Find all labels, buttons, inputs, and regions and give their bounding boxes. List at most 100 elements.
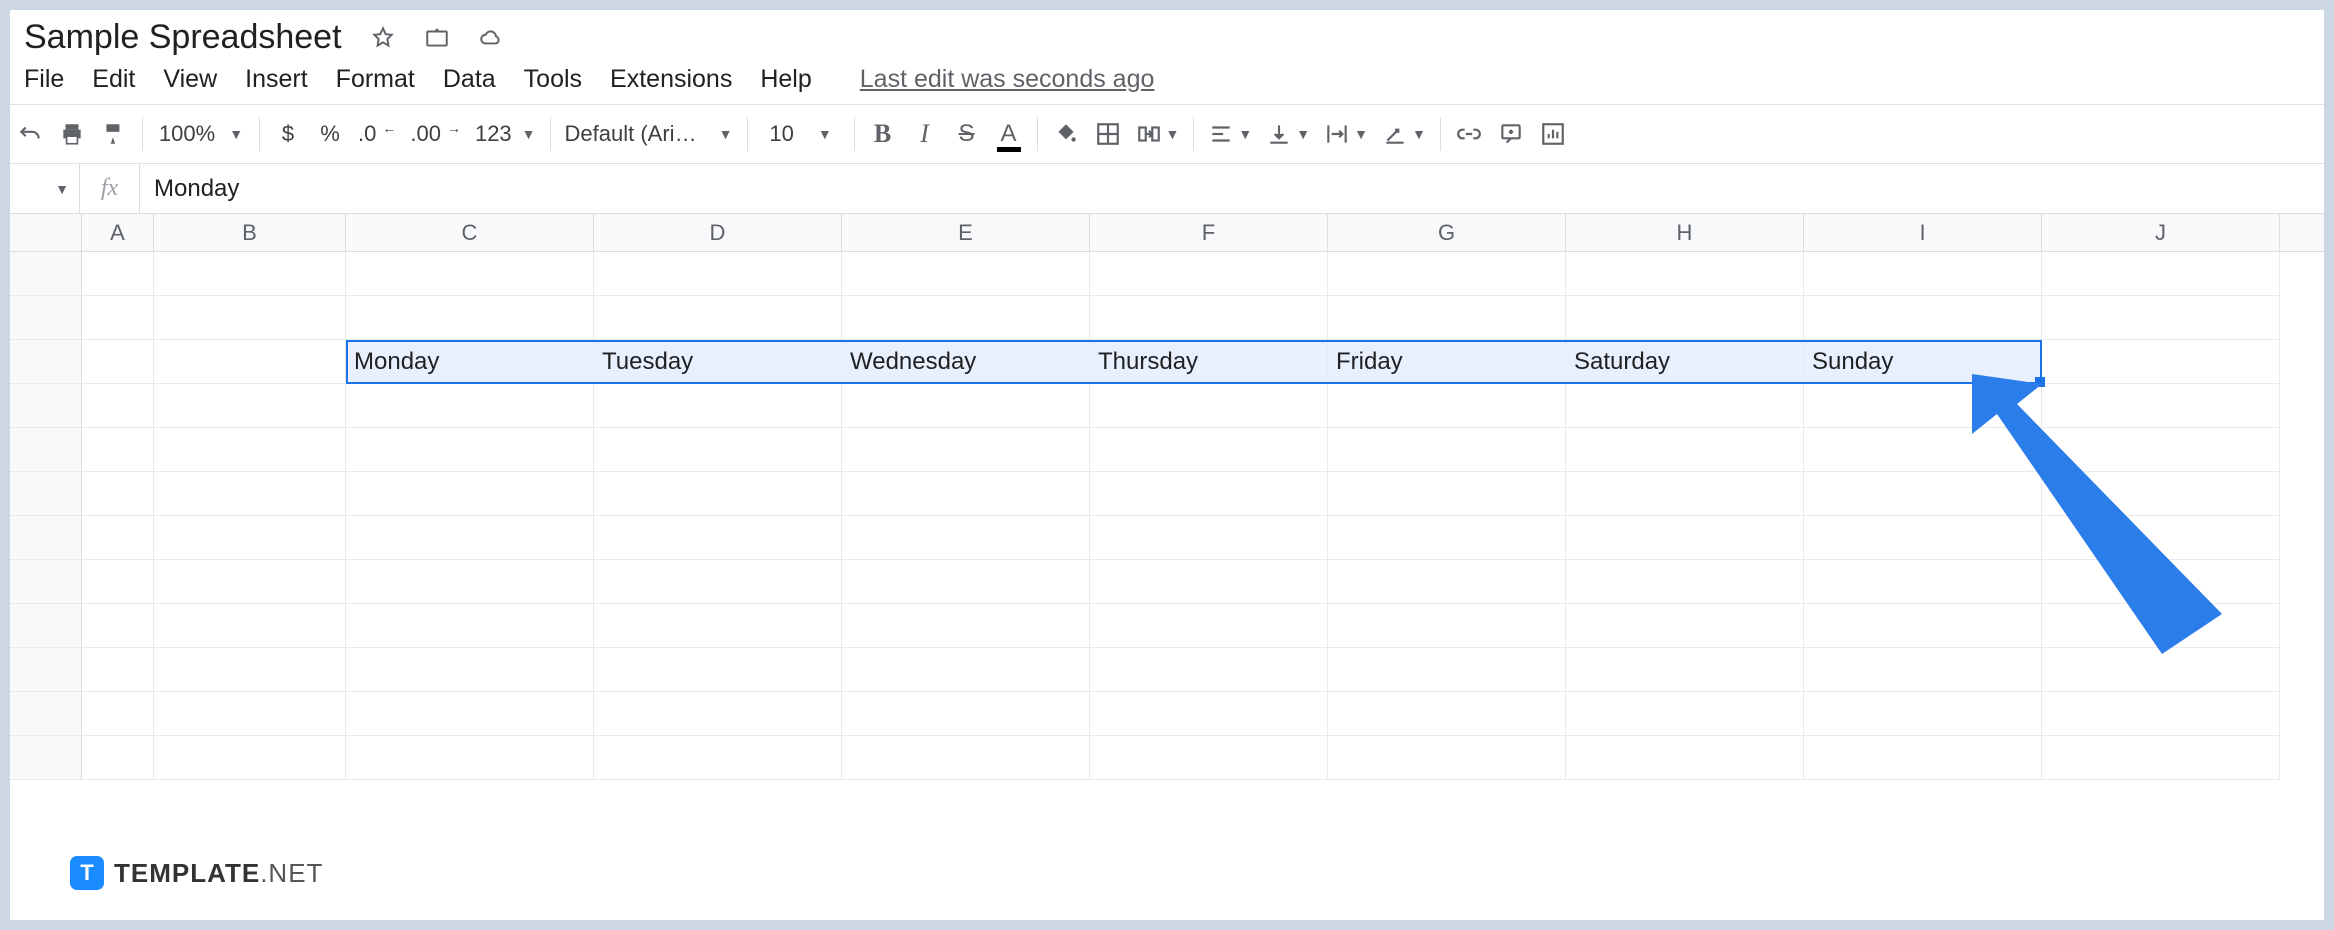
cell-D9[interactable]: [594, 604, 842, 648]
cell-I12[interactable]: [1804, 736, 2042, 780]
cell-E10[interactable]: [842, 648, 1090, 692]
number-format-dropdown[interactable]: 123▼: [469, 112, 542, 156]
cell-G4[interactable]: [1328, 384, 1566, 428]
star-icon[interactable]: [370, 25, 396, 51]
document-title[interactable]: Sample Spreadsheet: [24, 18, 342, 57]
row-header[interactable]: [10, 736, 82, 780]
row-header[interactable]: [10, 252, 82, 296]
cell-G5[interactable]: [1328, 428, 1566, 472]
decrease-decimal-button[interactable]: .0←: [352, 112, 402, 156]
cell-E8[interactable]: [842, 560, 1090, 604]
cell-J6[interactable]: [2042, 472, 2280, 516]
bold-button[interactable]: B: [863, 112, 903, 156]
cell-J12[interactable]: [2042, 736, 2280, 780]
cell-A12[interactable]: [82, 736, 154, 780]
cell-E2[interactable]: [842, 296, 1090, 340]
row-header[interactable]: [10, 472, 82, 516]
cell-D10[interactable]: [594, 648, 842, 692]
cell-I7[interactable]: [1804, 516, 2042, 560]
cell-G10[interactable]: [1328, 648, 1566, 692]
menu-insert[interactable]: Insert: [245, 65, 308, 94]
cell-D6[interactable]: [594, 472, 842, 516]
cell-I2[interactable]: [1804, 296, 2042, 340]
undo-button[interactable]: [10, 112, 50, 156]
cell-C4[interactable]: [346, 384, 594, 428]
cell-H12[interactable]: [1566, 736, 1804, 780]
cell-D4[interactable]: [594, 384, 842, 428]
row-header[interactable]: [10, 296, 82, 340]
cell-B5[interactable]: [154, 428, 346, 472]
menu-edit[interactable]: Edit: [92, 65, 135, 94]
row-header[interactable]: [10, 516, 82, 560]
cell-I3[interactable]: Sunday: [1804, 340, 2042, 384]
column-header-C[interactable]: C: [346, 214, 594, 251]
cell-C3[interactable]: Monday: [346, 340, 594, 384]
cell-B10[interactable]: [154, 648, 346, 692]
cell-A6[interactable]: [82, 472, 154, 516]
cell-A1[interactable]: [82, 252, 154, 296]
cell-D2[interactable]: [594, 296, 842, 340]
cell-H10[interactable]: [1566, 648, 1804, 692]
cell-E5[interactable]: [842, 428, 1090, 472]
menu-extensions[interactable]: Extensions: [610, 65, 732, 94]
cell-E3[interactable]: Wednesday: [842, 340, 1090, 384]
cell-D5[interactable]: [594, 428, 842, 472]
insert-comment-button[interactable]: [1491, 112, 1531, 156]
cell-H4[interactable]: [1566, 384, 1804, 428]
menu-help[interactable]: Help: [760, 65, 811, 94]
menu-format[interactable]: Format: [336, 65, 415, 94]
cell-A4[interactable]: [82, 384, 154, 428]
cell-F6[interactable]: [1090, 472, 1328, 516]
cell-D8[interactable]: [594, 560, 842, 604]
zoom-dropdown[interactable]: 100%▼: [151, 112, 251, 156]
column-header-A[interactable]: A: [82, 214, 154, 251]
cell-H8[interactable]: [1566, 560, 1804, 604]
column-header-G[interactable]: G: [1328, 214, 1566, 251]
cell-B4[interactable]: [154, 384, 346, 428]
column-header-E[interactable]: E: [842, 214, 1090, 251]
cell-B7[interactable]: [154, 516, 346, 560]
insert-link-button[interactable]: [1449, 112, 1489, 156]
cell-J7[interactable]: [2042, 516, 2280, 560]
cell-B8[interactable]: [154, 560, 346, 604]
column-header-J[interactable]: J: [2042, 214, 2280, 251]
row-header[interactable]: [10, 428, 82, 472]
column-header-B[interactable]: B: [154, 214, 346, 251]
cell-F1[interactable]: [1090, 252, 1328, 296]
print-button[interactable]: [52, 112, 92, 156]
font-size-dropdown[interactable]: 10▼: [756, 112, 846, 156]
cell-G11[interactable]: [1328, 692, 1566, 736]
cell-F12[interactable]: [1090, 736, 1328, 780]
cell-D11[interactable]: [594, 692, 842, 736]
row-header[interactable]: [10, 604, 82, 648]
cell-F3[interactable]: Thursday: [1090, 340, 1328, 384]
cell-A8[interactable]: [82, 560, 154, 604]
currency-button[interactable]: $: [268, 112, 308, 156]
fill-color-button[interactable]: [1046, 112, 1086, 156]
cell-F11[interactable]: [1090, 692, 1328, 736]
cell-H7[interactable]: [1566, 516, 1804, 560]
cell-F10[interactable]: [1090, 648, 1328, 692]
cell-A9[interactable]: [82, 604, 154, 648]
horizontal-align-button[interactable]: ▼: [1202, 112, 1258, 156]
cell-J5[interactable]: [2042, 428, 2280, 472]
cell-B3[interactable]: [154, 340, 346, 384]
column-header-H[interactable]: H: [1566, 214, 1804, 251]
merge-cells-button[interactable]: ▼: [1130, 112, 1186, 156]
cell-F9[interactable]: [1090, 604, 1328, 648]
name-box[interactable]: ▼: [10, 164, 80, 213]
cell-B6[interactable]: [154, 472, 346, 516]
cell-J10[interactable]: [2042, 648, 2280, 692]
cell-C8[interactable]: [346, 560, 594, 604]
menu-view[interactable]: View: [163, 65, 217, 94]
cell-I10[interactable]: [1804, 648, 2042, 692]
cell-E12[interactable]: [842, 736, 1090, 780]
cell-E6[interactable]: [842, 472, 1090, 516]
strikethrough-button[interactable]: S: [947, 112, 987, 156]
percent-button[interactable]: %: [310, 112, 350, 156]
cell-G12[interactable]: [1328, 736, 1566, 780]
row-header[interactable]: [10, 560, 82, 604]
cell-J11[interactable]: [2042, 692, 2280, 736]
cell-G6[interactable]: [1328, 472, 1566, 516]
text-wrap-button[interactable]: ▼: [1318, 112, 1374, 156]
